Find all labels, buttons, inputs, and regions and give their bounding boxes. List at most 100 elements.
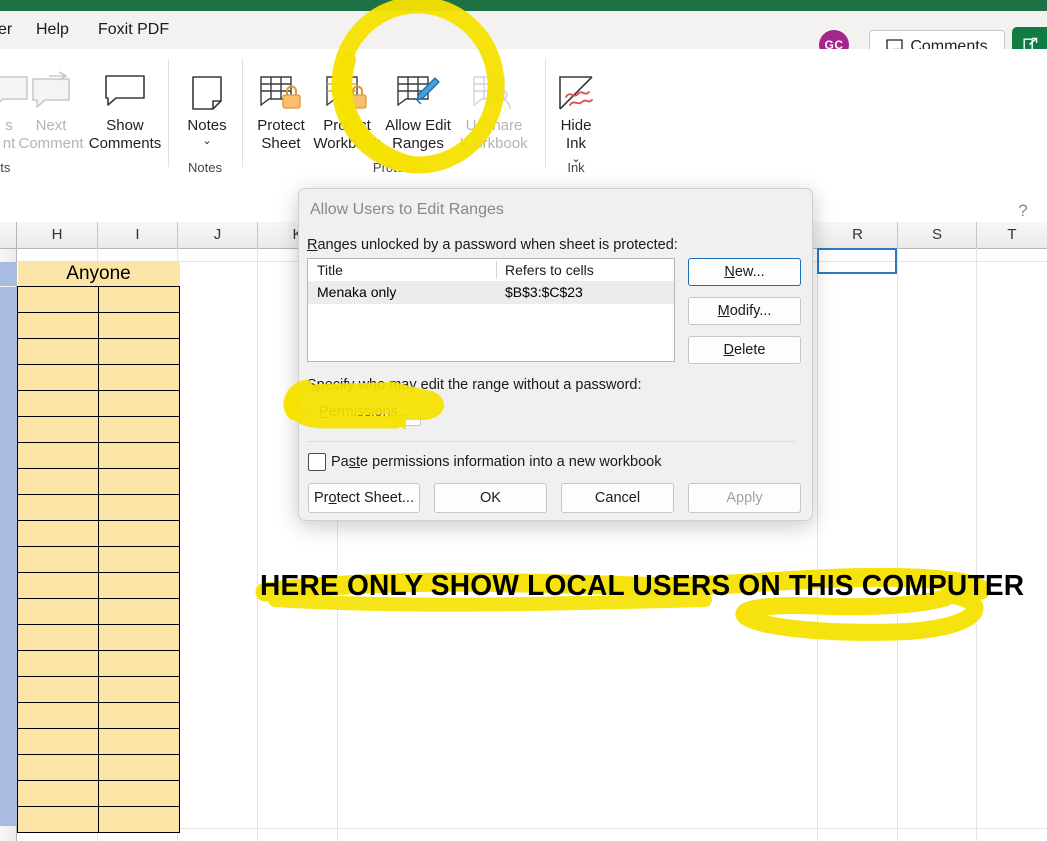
cell[interactable] (17, 572, 99, 599)
cell[interactable] (98, 468, 180, 495)
cell[interactable] (17, 338, 99, 365)
tab-foxit-pdf[interactable]: Foxit PDF (86, 11, 181, 49)
table-row[interactable] (17, 390, 180, 417)
table-row[interactable] (17, 520, 180, 547)
table-row[interactable] (17, 676, 180, 703)
modify-button[interactable]: Modify... (688, 297, 801, 325)
cell[interactable] (98, 338, 180, 365)
cell[interactable] (98, 390, 180, 417)
cell[interactable] (98, 520, 180, 547)
table-header-row: Anyone (17, 262, 180, 287)
notes-button[interactable]: Notes ⌄ (168, 57, 246, 167)
new-button[interactable]: New... (688, 258, 801, 286)
cell[interactable] (17, 598, 99, 625)
question-mark-icon[interactable]: ? (1011, 199, 1035, 223)
cell[interactable] (17, 364, 99, 391)
tab-help[interactable]: Help (24, 11, 81, 49)
chevron-down-icon[interactable]: ⌄ (202, 135, 211, 147)
cell[interactable] (98, 416, 180, 443)
table-row[interactable] (17, 468, 180, 495)
show-comments-button[interactable]: Show Comments (86, 57, 164, 167)
cell[interactable] (17, 312, 99, 339)
cell[interactable] (17, 494, 99, 521)
cell[interactable] (17, 806, 99, 833)
cell[interactable] (17, 468, 99, 495)
table-row[interactable] (17, 312, 180, 339)
cell[interactable] (98, 650, 180, 677)
cell[interactable] (98, 364, 180, 391)
unshare-workbook-icon (470, 57, 518, 117)
cell[interactable] (98, 572, 180, 599)
hide-ink-button[interactable]: Hide Ink ⌄ (537, 57, 615, 167)
table-row[interactable] (17, 572, 180, 599)
table-row[interactable] (17, 780, 180, 807)
next-comment-label: Next Comment (18, 117, 84, 152)
row-header-selected-range (0, 287, 17, 826)
cell[interactable] (98, 754, 180, 781)
cell[interactable] (98, 806, 180, 833)
cell[interactable] (17, 546, 99, 573)
cell[interactable] (98, 702, 180, 729)
cancel-button[interactable]: Cancel (561, 483, 674, 513)
table-row[interactable] (17, 754, 180, 781)
cell[interactable] (17, 780, 99, 807)
table-row[interactable] (17, 442, 180, 469)
listbox-row[interactable]: Menaka only $B$3:$C$23 (308, 281, 674, 304)
table-row[interactable] (17, 286, 180, 313)
cell[interactable] (17, 728, 99, 755)
column-header-I[interactable]: I (98, 222, 178, 248)
table-row[interactable] (17, 624, 180, 651)
specify-label: Specify who may edit the range without a… (307, 377, 642, 393)
cell[interactable] (17, 754, 99, 781)
cell[interactable] (17, 442, 99, 469)
table-row[interactable] (17, 702, 180, 729)
table-row[interactable] (17, 546, 180, 573)
table-row[interactable] (17, 728, 180, 755)
table-row[interactable] (17, 598, 180, 625)
table-row[interactable] (17, 364, 180, 391)
column-header-T[interactable]: T (977, 222, 1047, 248)
cell[interactable] (17, 650, 99, 677)
permissions-button[interactable]: Permissions... (308, 398, 421, 426)
cell[interactable] (98, 624, 180, 651)
allow-edit-ranges-button[interactable]: Allow Edit Ranges (379, 57, 457, 167)
cell[interactable] (98, 442, 180, 469)
modify-button-accelerator: M (717, 303, 730, 319)
cell[interactable] (17, 676, 99, 703)
listbox-header: Title Refers to cells (308, 259, 674, 282)
excel-window: er Help Foxit PDF GC Comments S (0, 0, 1047, 841)
table-row[interactable] (17, 416, 180, 443)
cell[interactable] (98, 312, 180, 339)
paste-permissions-checkbox[interactable] (308, 453, 326, 471)
cell[interactable] (98, 780, 180, 807)
cell[interactable] (98, 286, 180, 313)
tab-review-partial[interactable]: er (0, 11, 24, 49)
table-row[interactable] (17, 494, 180, 521)
cell[interactable] (17, 702, 99, 729)
protect-workbook-button[interactable]: Protect Workbook (308, 57, 386, 167)
column-header-H[interactable]: H (17, 222, 98, 248)
apply-button: Apply (688, 483, 801, 513)
cell[interactable] (17, 624, 99, 651)
column-header-R[interactable]: R (818, 222, 898, 248)
table-row[interactable] (17, 650, 180, 677)
ok-button[interactable]: OK (434, 483, 547, 513)
cell[interactable] (17, 520, 99, 547)
cell[interactable] (98, 728, 180, 755)
cell[interactable] (98, 494, 180, 521)
cell[interactable] (17, 390, 99, 417)
cell[interactable] (17, 416, 99, 443)
ranges-listbox[interactable]: Title Refers to cells Menaka only $B$3:$… (307, 258, 675, 362)
chevron-down-icon-ink[interactable]: ⌄ (571, 153, 580, 165)
table-row[interactable] (17, 338, 180, 365)
cell[interactable] (98, 598, 180, 625)
select-all-corner[interactable] (0, 222, 17, 248)
column-header-J[interactable]: J (178, 222, 258, 248)
cell[interactable] (17, 286, 99, 313)
delete-button[interactable]: Delete (688, 336, 801, 364)
column-header-S[interactable]: S (898, 222, 977, 248)
cell[interactable] (98, 546, 180, 573)
table-row[interactable] (17, 806, 180, 833)
protect-sheet-button[interactable]: Pr o tect Sheet... (308, 483, 420, 513)
cell[interactable] (98, 676, 180, 703)
